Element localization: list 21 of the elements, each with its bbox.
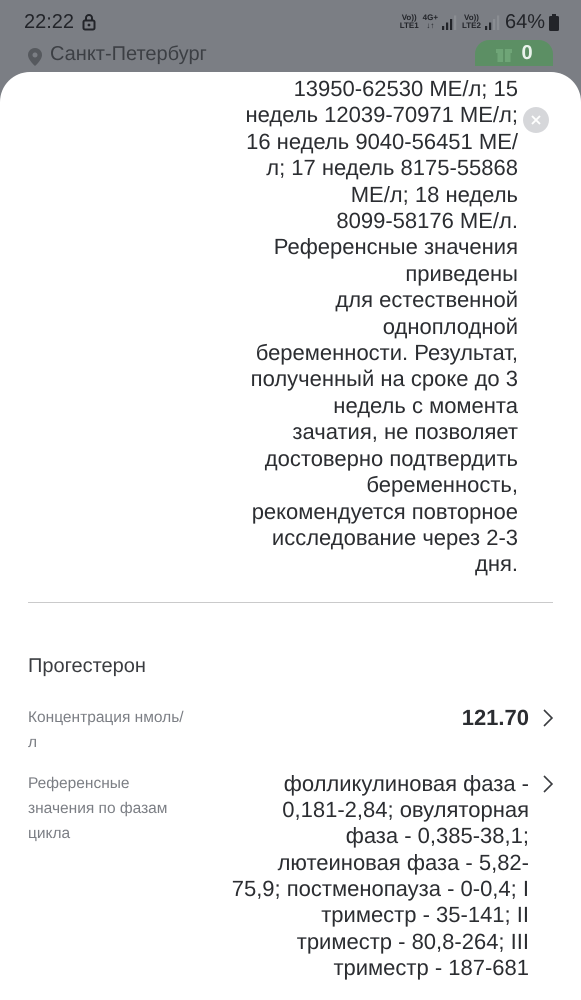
result-row[interactable]: Концентрация нмоль/л 121.70: [28, 704, 553, 755]
signal-icon: [442, 14, 458, 30]
section-title: Прогестерон: [28, 654, 147, 679]
location-pin-icon: [28, 48, 42, 66]
close-icon: [531, 115, 541, 125]
reference-note: 13950-62530 МЕ/л; 15 недель 12039-70971 МЕ/л; 16 недель 9040-56451 МЕ/ л; 17 недель 8175-55868 МЕ/л; 18 недель 8099-58176 МЕ/л. Референсные значения приведены для естественной одноплодной беременности. Результат, полученный на сроке до 3 недель с момента зачатия, не позволяет достоверно подтвердить беременность, рекомендуется повторное исследование через 2-3 дня.: [244, 75, 518, 578]
row-label: Референсные значения по фазам цикла: [28, 774, 168, 844]
row-label: Концентрация нмоль/л: [28, 708, 185, 753]
clock-time: 22:22: [24, 10, 74, 35]
row-value: фолликулиновая фаза - 0,181-2,84; овуляторная фаза - 0,385-38,1; лютеиновая фаза - 5,82-75,9; постменопауза - 0-0,4; I триместр - 35-141; II триместр - 80,8-264; III триместр - 187-681: [230, 770, 529, 982]
lock-icon: [82, 13, 96, 31]
volte-label: Vo)) LTE1: [400, 14, 419, 30]
chevron-icon: [543, 708, 553, 727]
volte-label: Vo)) LTE2: [462, 14, 481, 30]
battery-icon: [549, 14, 559, 30]
signal-icon: [484, 14, 501, 30]
battery-percent: 64%: [504, 10, 545, 35]
network-label: 4G+ ↓↑: [422, 14, 438, 30]
chevron-icon: [543, 774, 553, 793]
city-name: Санкт-Петербург: [50, 44, 207, 64]
row-value: 121.70: [460, 704, 529, 732]
